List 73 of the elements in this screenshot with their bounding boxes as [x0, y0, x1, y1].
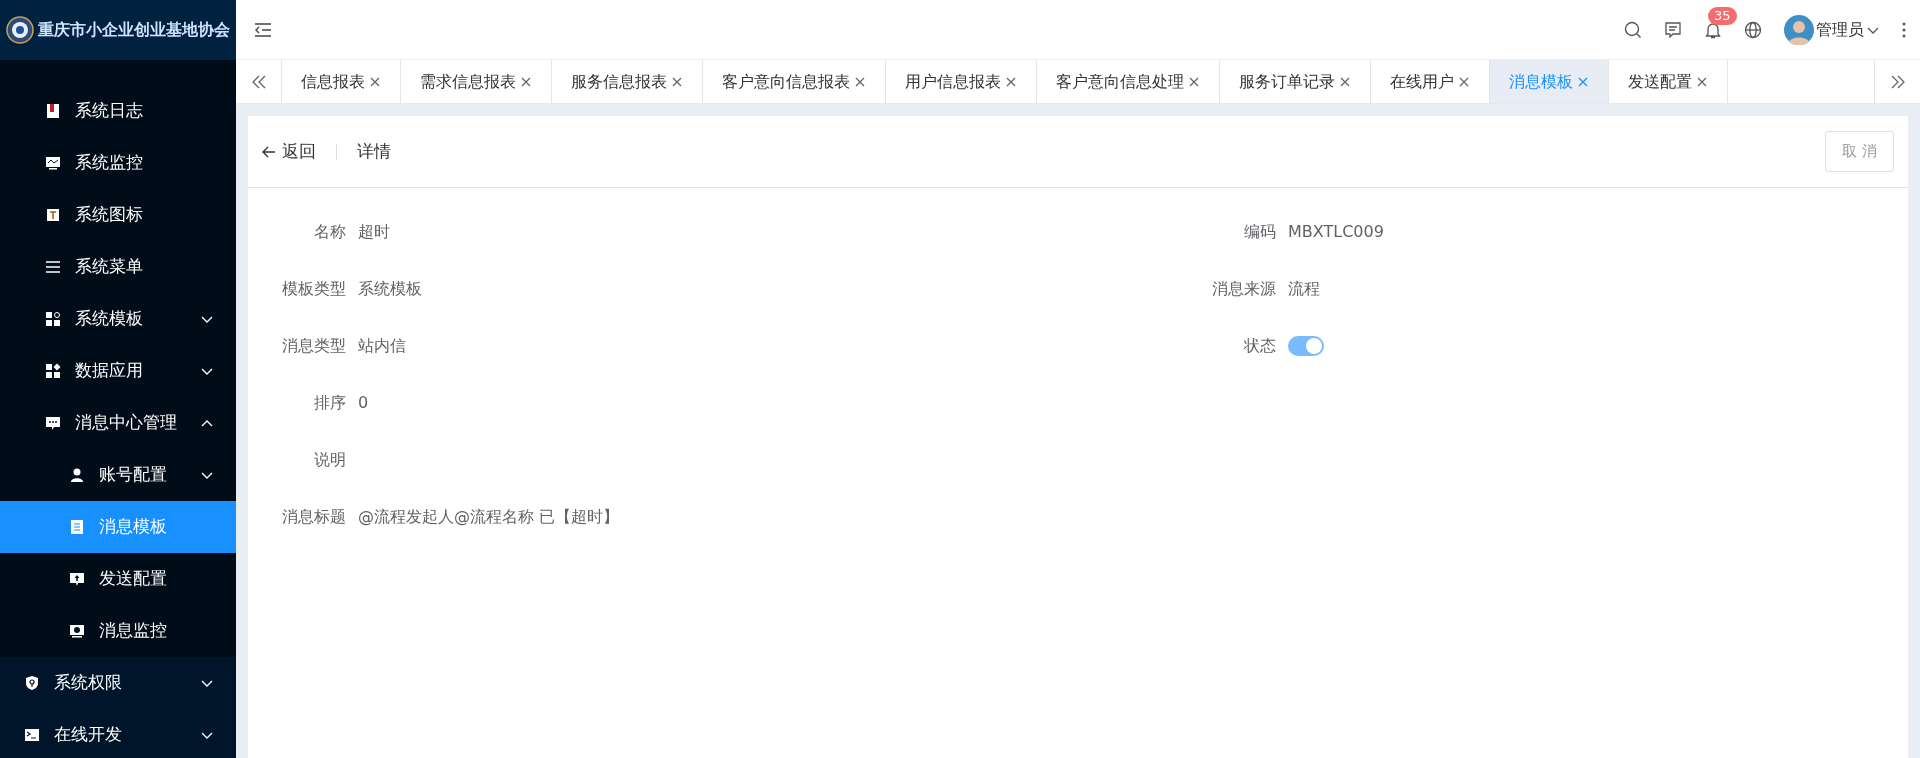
chevron-icon: [200, 678, 214, 688]
field-label: 消息类型: [281, 334, 347, 357]
arrow-left-icon: [262, 145, 276, 158]
field-value: 站内信: [358, 334, 406, 357]
double-chevron-left-icon: [250, 74, 267, 89]
field-label: 消息来源: [1211, 277, 1277, 300]
app-title: 重庆市小企业创业基地协会: [38, 19, 230, 41]
field-label: 说明: [313, 448, 347, 471]
menu-item[interactable]: 数据应用: [0, 345, 236, 397]
menu-item[interactable]: 发送配置: [0, 553, 236, 605]
logo-icon: [6, 16, 34, 44]
notification-badge: 35: [1708, 6, 1737, 25]
menu-item[interactable]: 消息中心管理: [0, 397, 236, 449]
field-value: MBXTLC009: [1288, 220, 1384, 243]
close-icon[interactable]: [1188, 75, 1200, 88]
chat-icon: [45, 415, 61, 431]
camera-icon: [69, 623, 85, 639]
close-icon[interactable]: [1005, 75, 1017, 88]
page-title: 详情: [357, 139, 391, 163]
field-label: 模板类型: [281, 277, 347, 300]
field-label: 消息标题: [281, 505, 347, 528]
close-icon[interactable]: [369, 75, 381, 88]
menu-item[interactable]: 系统监控: [0, 137, 236, 189]
menu-item[interactable]: 系统模板: [0, 293, 236, 345]
field-value: 超时: [358, 220, 390, 243]
chevron-icon: [200, 314, 214, 324]
message-icon[interactable]: [1664, 20, 1682, 39]
document-icon: [69, 519, 85, 535]
menu-item[interactable]: 系统菜单: [0, 241, 236, 293]
bookmark-icon: [45, 103, 61, 119]
field-label: 状态: [1243, 334, 1277, 357]
chevron-icon: [200, 470, 214, 480]
chevron-icon: [200, 730, 214, 740]
field-label: 名称: [313, 220, 347, 243]
status-toggle[interactable]: [1288, 335, 1324, 356]
field-label: 排序: [313, 391, 347, 414]
menu-item[interactable]: 系统日志: [0, 85, 236, 137]
back-button[interactable]: 返回: [262, 138, 316, 165]
close-icon[interactable]: [671, 75, 683, 88]
double-chevron-right-icon: [1889, 74, 1906, 89]
chevron-icon: [200, 366, 214, 376]
field-value: 流程: [1288, 277, 1320, 300]
shield-icon: [24, 675, 40, 691]
menu-item[interactable]: 系统图标: [0, 189, 236, 241]
chevron-icon: [200, 418, 214, 428]
upload-icon: [69, 571, 85, 587]
menu-item[interactable]: 账号配置: [0, 449, 236, 501]
close-icon[interactable]: [1458, 75, 1470, 88]
menu-item[interactable]: 消息监控: [0, 605, 236, 657]
user-icon: [69, 467, 85, 483]
menu-item[interactable]: 在线开发: [0, 709, 236, 758]
menu-icon[interactable]: [254, 21, 272, 38]
text-icon: [45, 207, 61, 223]
grid-icon: [45, 311, 61, 327]
grid-icon: [45, 363, 61, 379]
close-icon[interactable]: [1339, 75, 1351, 88]
field-value: @流程发起人@流程名称 已【超时】: [358, 505, 620, 528]
menu-item[interactable]: 系统权限: [0, 657, 236, 709]
avatar[interactable]: [1784, 14, 1814, 45]
globe-icon[interactable]: [1744, 20, 1762, 39]
search-icon[interactable]: [1624, 20, 1642, 39]
field-value: 系统模板: [358, 277, 422, 300]
field-value: 0: [358, 391, 369, 414]
close-icon[interactable]: [1696, 75, 1708, 88]
terminal-icon: [24, 727, 40, 743]
field-label: 编码: [1243, 220, 1277, 243]
monitor-icon: [45, 155, 61, 171]
more-icon[interactable]: [1902, 21, 1906, 38]
close-icon[interactable]: [1577, 75, 1589, 88]
user-name[interactable]: 管理员: [1816, 17, 1864, 42]
close-icon[interactable]: [854, 75, 866, 88]
list-icon: [45, 259, 61, 275]
close-icon[interactable]: [520, 75, 532, 88]
